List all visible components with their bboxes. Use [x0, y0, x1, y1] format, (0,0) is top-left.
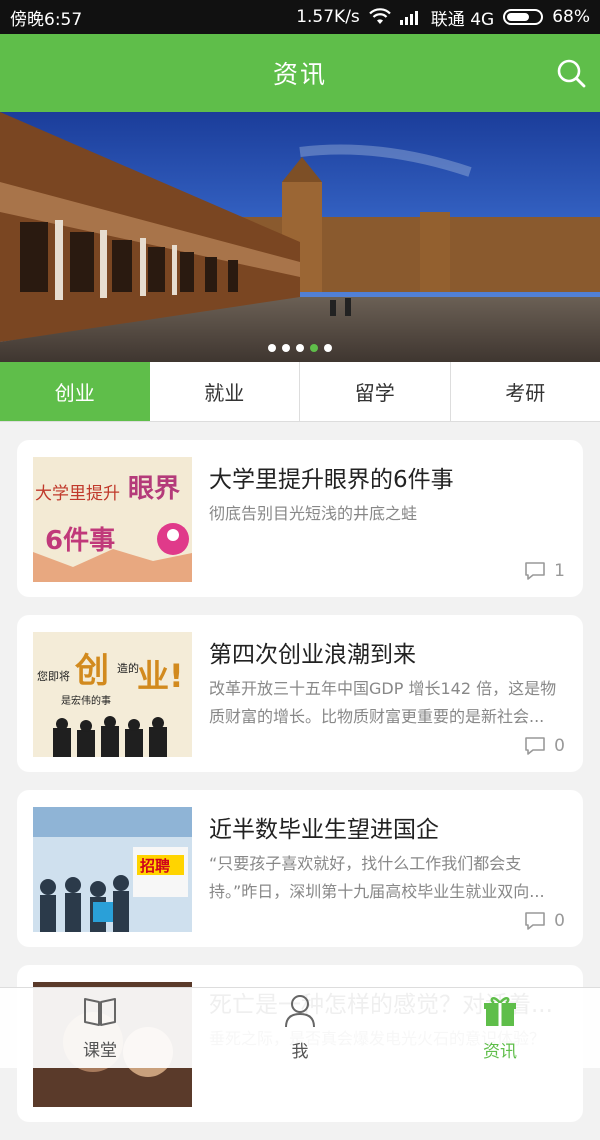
- tab-chuangye[interactable]: 创业: [0, 362, 150, 421]
- article-card[interactable]: 您即将 创 造的 业! 是宏伟的事 第四次创业浪潮到来改革开放三十五年中国GDP…: [17, 615, 583, 772]
- status-indicators: 1.57K/s 联通 4G 68%: [296, 5, 590, 30]
- nav-item-zixun[interactable]: 资讯: [400, 988, 600, 1068]
- signal-icon: [400, 9, 422, 25]
- svg-text:创: 创: [74, 651, 109, 691]
- category-tabs: 创业就业留学考研: [0, 362, 600, 422]
- comment-number: 0: [554, 736, 565, 756]
- gift-icon: [483, 994, 517, 1033]
- search-icon[interactable]: [556, 58, 586, 88]
- comment-count: 1: [524, 561, 565, 581]
- nav-label: 课堂: [83, 1036, 117, 1061]
- comment-icon: [524, 561, 546, 581]
- article-title: 近半数毕业生望进国企: [209, 810, 567, 844]
- comment-number: 0: [554, 911, 565, 931]
- battery-icon: [503, 9, 543, 25]
- comment-icon: [524, 736, 546, 756]
- comment-count: 0: [524, 736, 565, 756]
- article-summary: 改革开放三十五年中国GDP 增长142 倍，这是物质财富的增长。比物质财富更重要…: [209, 675, 567, 731]
- nav-item-wo[interactable]: 我: [200, 988, 400, 1068]
- status-bar: 傍晚6:57 1.57K/s 联通 4G 68%: [0, 0, 600, 34]
- wifi-icon: [369, 8, 391, 26]
- comment-number: 1: [554, 561, 565, 581]
- article-thumbnail: 大学里提升 眼界 6件事: [33, 457, 192, 582]
- tab-jiuye[interactable]: 就业: [150, 362, 301, 421]
- comment-icon: [524, 911, 546, 931]
- network-speed: 1.57K/s: [296, 7, 360, 27]
- bottom-navigation: 课堂 我 资讯: [0, 987, 600, 1068]
- comment-count: 0: [524, 911, 565, 931]
- svg-text:是宏伟的事: 是宏伟的事: [61, 694, 111, 707]
- svg-text:业!: 业!: [137, 657, 184, 695]
- nav-label: 资讯: [483, 1037, 517, 1062]
- person-icon: [284, 994, 316, 1033]
- tab-kaoyan[interactable]: 考研: [451, 362, 600, 421]
- article-summary: 彻底告别目光短浅的井底之蛙: [209, 500, 567, 528]
- nav-item-ketang[interactable]: 课堂: [0, 988, 200, 1068]
- carousel-dot[interactable]: [324, 344, 332, 352]
- article-thumbnail: 您即将 创 造的 业! 是宏伟的事: [33, 632, 192, 757]
- banner-carousel[interactable]: [0, 112, 600, 362]
- svg-text:造的: 造的: [117, 661, 139, 675]
- book-icon: [83, 995, 117, 1032]
- svg-text:6件事: 6件事: [45, 526, 115, 556]
- battery-percent: 68%: [552, 7, 590, 27]
- carousel-indicator[interactable]: [0, 344, 600, 352]
- nav-label: 我: [292, 1037, 309, 1062]
- carousel-dot[interactable]: [282, 344, 290, 352]
- carrier-label: 联通 4G: [431, 5, 494, 30]
- banner-image: [0, 112, 600, 362]
- app-header: 资讯: [0, 34, 600, 112]
- article-summary: “只要孩子喜欢就好，找什么工作我们都会支持。”昨日，深圳第十九届高校毕业生就业双…: [209, 850, 567, 906]
- svg-text:您即将: 您即将: [37, 670, 70, 683]
- article-card[interactable]: 大学里提升 眼界 6件事 大学里提升眼界的6件事彻底告别目光短浅的井底之蛙 1: [17, 440, 583, 597]
- svg-text:招聘: 招聘: [140, 857, 170, 875]
- carousel-dot[interactable]: [268, 344, 276, 352]
- svg-text:大学里提升: 大学里提升: [35, 484, 120, 504]
- article-thumbnail: 招聘: [33, 807, 192, 932]
- page-title: 资讯: [273, 55, 327, 91]
- status-time: 傍晚6:57: [10, 5, 82, 30]
- carousel-dot[interactable]: [296, 344, 304, 352]
- article-title: 大学里提升眼界的6件事: [209, 460, 567, 494]
- article-card[interactable]: 招聘 近半数毕业生望进国企 “只要孩子喜欢就好，找什么工作我们都会支持。”昨日，深…: [17, 790, 583, 947]
- article-title: 第四次创业浪潮到来: [209, 635, 567, 669]
- svg-text:眼界: 眼界: [128, 474, 180, 504]
- carousel-dot[interactable]: [310, 344, 318, 352]
- tab-liuxue[interactable]: 留学: [300, 362, 451, 421]
